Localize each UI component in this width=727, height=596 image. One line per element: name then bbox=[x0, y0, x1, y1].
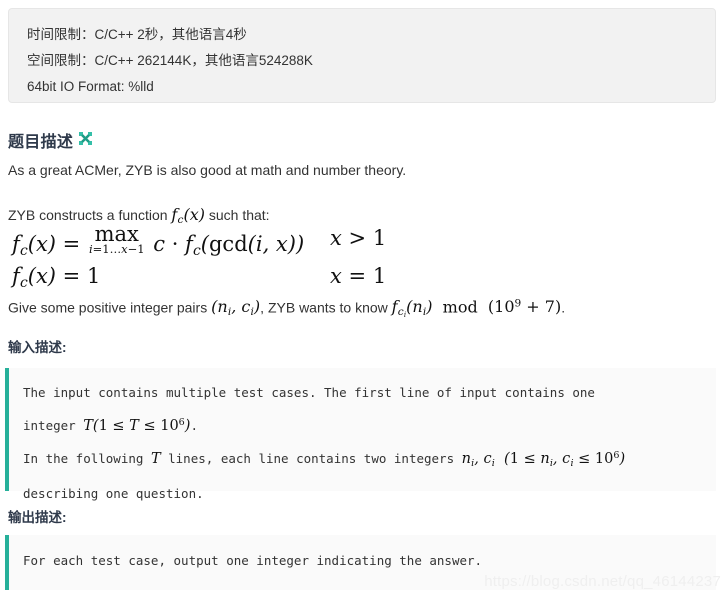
input-section-heading: 输入描述: bbox=[8, 340, 67, 355]
time-limit-line: 时间限制：C/C++ 2秒，其他语言4秒 bbox=[27, 27, 247, 42]
inline-math-T: T bbox=[150, 450, 161, 467]
inline-math-fc-x: fc(x) bbox=[171, 205, 205, 226]
input-line-3: In the following T lines, each line cont… bbox=[9, 441, 716, 479]
memory-limit-line: 空间限制：C/C++ 262144K，其他语言524288K bbox=[27, 53, 313, 68]
input-description-block: The input contains multiple test cases. … bbox=[5, 368, 716, 501]
input-line-2-prefix: integer bbox=[23, 417, 84, 433]
inline-math-modulus: (109 + 7) bbox=[487, 297, 562, 317]
input-line-1: The input contains multiple test cases. … bbox=[23, 385, 595, 400]
inline-math-ni-ci-range: (1 ≤ ni, ci ≤ 106) bbox=[494, 449, 626, 469]
inline-math-fci-ni: fci(ni) bbox=[391, 297, 433, 320]
description-paragraph-1: As a great ACMer, ZYB is also good at ma… bbox=[8, 162, 407, 178]
paragraph-3-a: Give some positive integer pairs bbox=[8, 299, 212, 316]
link-anchor-icon[interactable] bbox=[79, 132, 93, 150]
inline-math-ni-ci: ni, ci bbox=[461, 450, 495, 469]
equation-1-condition: x > 1 bbox=[330, 226, 387, 250]
input-line-2: integer T(1 ≤ T ≤ 106). bbox=[9, 408, 716, 441]
paragraph-3-d: . bbox=[561, 299, 566, 316]
max-operator: max i=1…x−1 bbox=[88, 222, 145, 256]
inline-math-T-range: T(1 ≤ T ≤ 106) bbox=[83, 417, 191, 434]
input-line-2-suffix: . bbox=[190, 417, 198, 433]
paragraph-2-suffix: such that: bbox=[204, 207, 270, 223]
problem-statement-page: 时间限制：C/C++ 2秒，其他语言4秒 空间限制：C/C++ 262144K，… bbox=[0, 0, 727, 596]
equation-2-condition: x = 1 bbox=[330, 264, 387, 288]
description-heading: 题目描述 bbox=[8, 128, 93, 152]
inline-math-pairs: (ni, ci) bbox=[211, 297, 261, 319]
input-line-3-mid: lines, each line contains two integers bbox=[160, 450, 462, 466]
input-line-3-prefix: In the following bbox=[23, 450, 151, 466]
equation-2-expression: fc(x) = 1 bbox=[12, 264, 101, 291]
description-heading-label: 题目描述 bbox=[8, 134, 74, 151]
input-line-4: describing one question. bbox=[23, 485, 204, 501]
limits-box: 时间限制：C/C++ 2秒，其他语言4秒 空间限制：C/C++ 262144K，… bbox=[8, 8, 716, 103]
paragraph-3-b: , ZYB wants to know bbox=[260, 299, 392, 316]
io-format-line: 64bit IO Format: %lld bbox=[27, 79, 154, 94]
inline-math-mod: mod bbox=[432, 297, 488, 317]
equation-1-expression: fc(x) = max i=1…x−1 c · fc(gcd(i, x)) bbox=[12, 222, 305, 259]
csdn-watermark: https://blog.csdn.net/qq_46144237 bbox=[484, 573, 721, 590]
output-line-1: For each test case, output one integer i… bbox=[23, 553, 483, 568]
output-section-heading: 输出描述: bbox=[8, 510, 67, 525]
paragraph-2-prefix: ZYB constructs a function bbox=[8, 207, 172, 223]
description-paragraph-3: Give some positive integer pairs (ni, ci… bbox=[8, 294, 565, 325]
